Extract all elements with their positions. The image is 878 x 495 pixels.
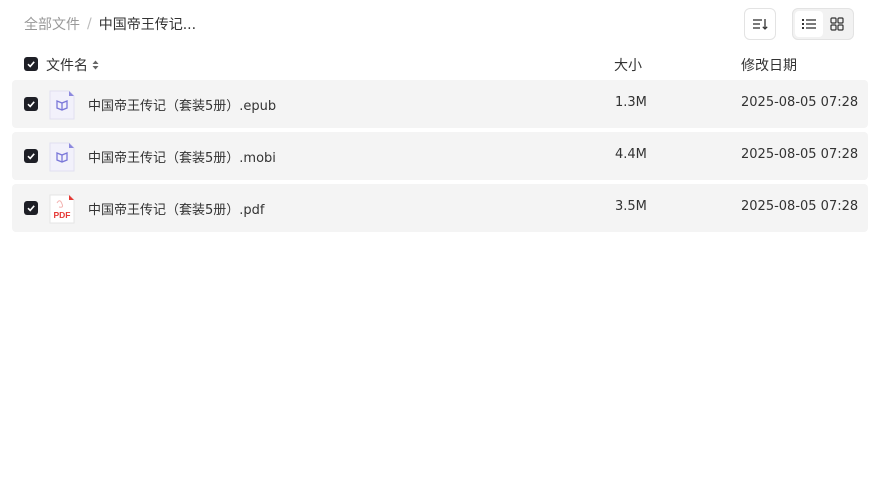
sort-arrows-icon[interactable] (92, 60, 99, 70)
check-icon (27, 205, 35, 212)
file-row[interactable]: 中国帝王传记（套装5册）.epub 1.3M 2025-08-05 07:28 (12, 80, 868, 128)
sort-button[interactable] (744, 8, 776, 40)
grid-view-icon (830, 17, 844, 31)
check-icon (27, 61, 35, 68)
breadcrumb-current-folder: 中国帝王传记... (98, 17, 197, 33)
file-name[interactable]: 中国帝王传记（套装5册）.mobi (88, 147, 276, 166)
table-header: 文件名 大小 修改日期 (12, 52, 868, 76)
file-size: 4.4M (615, 147, 647, 162)
select-all-checkbox[interactable] (24, 57, 38, 71)
top-bar: 全部文件 / 中国帝王传记... (0, 0, 878, 48)
file-name[interactable]: 中国帝王传记（套装5册）.pdf (88, 199, 264, 218)
list-view-button[interactable] (795, 11, 823, 37)
row-checkbox[interactable] (24, 149, 38, 163)
file-name[interactable]: 中国帝王传记（套装5册）.epub (88, 95, 276, 114)
check-icon (27, 101, 35, 108)
size-column-header[interactable]: 大小 (614, 55, 642, 75)
modified-column-header[interactable]: 修改日期 (741, 55, 797, 75)
breadcrumb-separator: / (87, 16, 92, 32)
name-column-label: 文件名 (46, 58, 88, 74)
ebook-file-icon (49, 142, 75, 172)
list-view-icon (802, 19, 816, 29)
name-column-header[interactable]: 文件名 (46, 55, 99, 75)
file-modified-date: 2025-08-05 07:28 (741, 199, 859, 214)
pdf-label: PDF (54, 210, 71, 220)
check-icon (27, 153, 35, 160)
breadcrumb-root-link[interactable]: 全部文件 (24, 14, 80, 34)
breadcrumb: 全部文件 / 中国帝王传记... (24, 14, 196, 34)
file-size: 1.3M (615, 95, 647, 110)
sort-icon (753, 19, 768, 30)
file-modified-date: 2025-08-05 07:28 (741, 95, 859, 110)
file-list: 中国帝王传记（套装5册）.epub 1.3M 2025-08-05 07:28 … (12, 80, 868, 236)
row-checkbox[interactable] (24, 201, 38, 215)
file-size: 3.5M (615, 199, 647, 214)
file-row[interactable]: 中国帝王传记（套装5册）.mobi 4.4M 2025-08-05 07:28 (12, 132, 868, 180)
row-checkbox[interactable] (24, 97, 38, 111)
ebook-file-icon (49, 90, 75, 120)
pdf-file-icon: PDF (49, 194, 75, 224)
file-row[interactable]: PDF 中国帝王传记（套装5册）.pdf 3.5M 2025-08-05 07:… (12, 184, 868, 232)
grid-view-button[interactable] (823, 11, 851, 37)
file-modified-date: 2025-08-05 07:28 (741, 147, 859, 162)
view-toggle (792, 8, 854, 40)
